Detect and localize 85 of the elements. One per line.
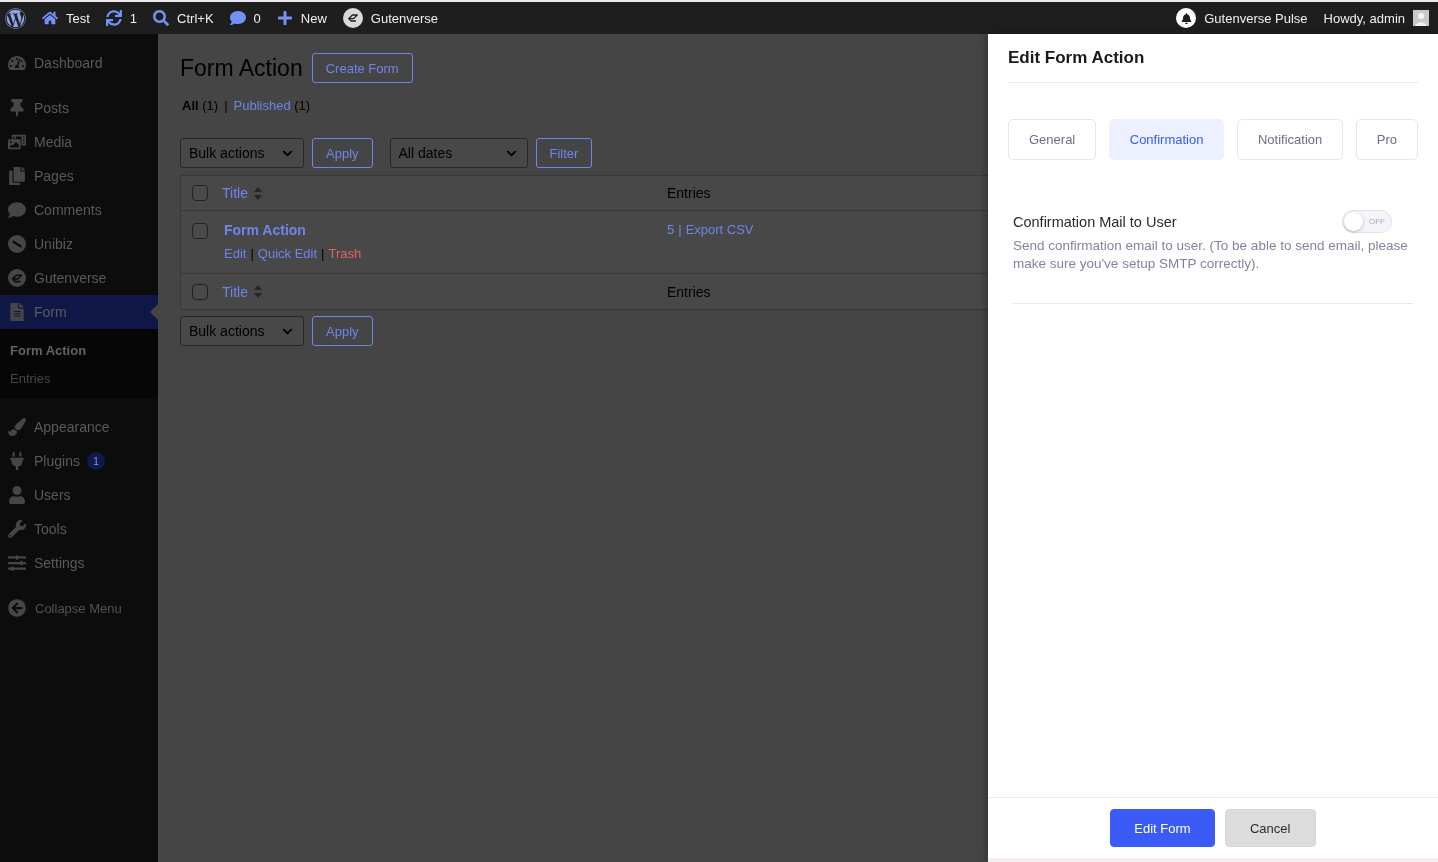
admin-bar-item[interactable]: Gutenverse Pulse (1168, 2, 1316, 34)
collapse-menu-button[interactable]: Collapse Menu (0, 591, 158, 625)
speech-bubble-icon (229, 10, 246, 26)
sidebar-item[interactable]: Users (0, 478, 158, 512)
home-icon (42, 10, 58, 26)
sliders-icon (8, 554, 26, 572)
entries-count-link[interactable]: 5 (667, 220, 675, 240)
document-icon (8, 303, 26, 321)
action-separator: | (321, 245, 325, 263)
apply-button[interactable]: Apply (312, 316, 373, 346)
view-link[interactable]: Published (1) (233, 98, 311, 113)
circle-logo-icon (342, 8, 363, 28)
tab[interactable]: Pro (1355, 119, 1418, 160)
plug-icon (8, 452, 26, 470)
date-filter-select[interactable]: All dates (389, 138, 528, 168)
bulk-actions-select[interactable]: Bulk actions (180, 138, 304, 168)
action-separator: | (250, 245, 254, 263)
sidebar-item[interactable]: Appearance (0, 410, 158, 444)
bulk-actions-select[interactable]: Bulk actions (180, 316, 304, 346)
sidebar-item[interactable]: Unibiz (0, 227, 158, 261)
toggle-switch[interactable]: OFF (1342, 210, 1392, 233)
setting-description: Send confirmation email to user. (To be able to send email, please make sure you've setup SMTP correctly). (1013, 237, 1409, 273)
paintbrush-icon (8, 418, 26, 436)
sidebar-item[interactable]: Media (0, 125, 158, 159)
row-action-link[interactable]: Quick Edit (257, 245, 318, 263)
trash-link[interactable]: Trash (328, 245, 362, 263)
column-header: Entries (667, 283, 711, 300)
admin-bar-item[interactable]: 0 (221, 2, 269, 34)
page-title: Form Action (180, 54, 303, 83)
submenu-item[interactable]: Form Action (0, 336, 158, 364)
sidebar-item[interactable]: Plugins 1 (0, 444, 158, 478)
admin-bar-item[interactable]: 1 (97, 2, 146, 34)
column-header-link[interactable]: Title (222, 185, 262, 201)
circle-logo-icon (8, 269, 26, 287)
edit-form-button[interactable]: Edit Form (1110, 809, 1215, 847)
sidebar-item[interactable]: Tools (0, 512, 158, 546)
admin-bar-item[interactable]: Ctrl+K (145, 2, 222, 34)
sidebar-item[interactable]: Form (0, 295, 158, 329)
media-icon (8, 133, 26, 151)
pages-icon (8, 167, 26, 185)
tab[interactable]: General (1008, 119, 1097, 160)
panel-title: Edit Form Action (1008, 48, 1145, 68)
tab[interactable]: Notification (1236, 119, 1344, 160)
count-badge: 1 (86, 452, 105, 470)
column-header: Entries (667, 185, 711, 201)
user-icon (8, 486, 26, 504)
avatar-icon (1413, 10, 1429, 26)
admin-bar-item[interactable]: New (268, 2, 335, 34)
apply-button[interactable]: Apply (312, 138, 373, 168)
row-title-link[interactable]: Form Action (224, 220, 306, 240)
view-link[interactable]: All (1) (182, 98, 219, 113)
speech-bubble-icon (8, 201, 26, 219)
search-icon (153, 10, 170, 26)
export-csv-link[interactable]: Export CSV (685, 220, 754, 240)
sidebar-item[interactable]: Gutenverse (0, 261, 158, 295)
toggle-knob (1344, 212, 1363, 231)
plus-icon (276, 10, 293, 26)
sidebar-item[interactable]: Dashboard (0, 46, 158, 80)
gauge-icon (8, 54, 26, 72)
sidebar-item[interactable]: Pages (0, 159, 158, 193)
entries-separator: | (678, 221, 682, 239)
slash-circle-icon (8, 235, 26, 253)
pin-icon (8, 99, 26, 117)
checkbox[interactable] (192, 223, 208, 239)
admin-bar-item[interactable]: Gutenverse (334, 2, 446, 34)
refresh-icon (105, 10, 122, 26)
logo-icon (5, 7, 26, 29)
setting-label: Confirmation Mail to User (1013, 213, 1177, 230)
account-menu[interactable]: Howdy, admin (1315, 2, 1429, 34)
sidebar-item[interactable]: Posts (0, 91, 158, 125)
submenu-item[interactable]: Entries (0, 364, 158, 392)
sidebar-item[interactable]: Comments (0, 193, 158, 227)
sidebar-item[interactable]: Settings (0, 546, 158, 580)
admin-bar-item[interactable]: Test (34, 2, 98, 34)
create-form-button[interactable]: Create Form (311, 53, 413, 83)
tab[interactable]: Confirmation (1108, 119, 1225, 160)
column-header-link[interactable]: Title (222, 283, 262, 300)
checkbox[interactable] (192, 283, 208, 300)
filter-button[interactable]: Filter (535, 138, 593, 168)
wrench-icon (8, 520, 26, 538)
bell-icon (1176, 8, 1197, 28)
checkbox[interactable] (192, 185, 208, 201)
row-action-link[interactable]: Edit (224, 245, 247, 263)
cancel-button[interactable]: Cancel (1224, 809, 1316, 847)
view-separator: | (224, 98, 228, 113)
